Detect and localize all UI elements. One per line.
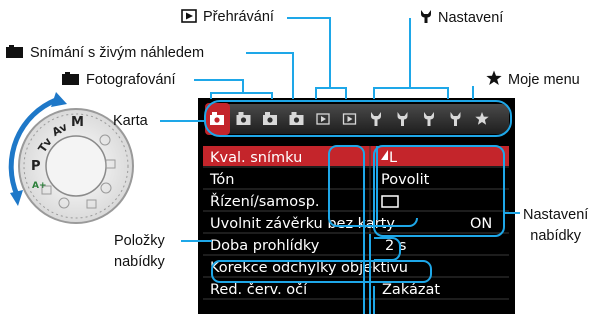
callout-menu-settings-line1: Nastavení xyxy=(523,207,589,223)
callout-my-menu-text: Moje menu xyxy=(508,72,580,88)
callout-shooting-text: Fotografování xyxy=(86,72,176,88)
tab-bar xyxy=(206,104,509,134)
menu-value: Zakázat xyxy=(382,282,440,298)
callout-setup: Nastavení xyxy=(420,9,503,28)
menu-value: L xyxy=(389,150,397,166)
menu-item[interactable]: Tón xyxy=(209,172,234,188)
dial-mark-m: M xyxy=(71,115,84,130)
menu-value: Povolit xyxy=(381,172,430,188)
menu-item[interactable]: Korekce odchylky objektivu xyxy=(210,260,408,276)
callout-setup-text: Nastavení xyxy=(438,10,504,26)
wrench-icon xyxy=(420,9,432,28)
menu-item[interactable]: Uvolnit závěrku bez karty xyxy=(210,216,395,232)
dial-mark-auto: A+ xyxy=(32,181,47,191)
camera-icon xyxy=(5,44,24,63)
callout-tab: Karta xyxy=(113,113,148,129)
menu-item[interactable]: Red. červ. očí xyxy=(210,282,308,298)
callout-my-menu: Moje menu xyxy=(486,70,580,90)
playback-icon xyxy=(181,9,197,27)
dial-mark-p: P xyxy=(31,159,41,174)
menu-item[interactable]: Kval. snímku xyxy=(210,150,302,166)
callout-live-view-text: Snímání s živým náhledem xyxy=(30,45,205,61)
callout-menu-items: Položky nabídky xyxy=(114,231,165,273)
menu-item[interactable]: Řízení/samosp. xyxy=(210,193,320,210)
callout-playback: Přehrávání xyxy=(181,9,274,27)
menu-item[interactable]: Doba prohlídky xyxy=(210,238,320,254)
callout-playback-text: Přehrávání xyxy=(203,9,274,25)
callout-menu-settings: Nastavení nabídky xyxy=(523,205,588,247)
callout-live-view: Snímání s živým náhledem xyxy=(5,44,204,63)
callout-menu-items-line1: Položky xyxy=(114,233,165,249)
callout-menu-settings-line2: nabídky xyxy=(530,228,582,244)
camera-icon xyxy=(61,71,80,90)
menu-value: ON xyxy=(470,216,492,232)
callout-shooting: Fotografování xyxy=(61,71,175,90)
callout-tab-text: Karta xyxy=(113,113,148,129)
callout-menu-items-line2: nabídky xyxy=(114,254,165,270)
star-icon xyxy=(486,70,502,90)
menu-value: 2 s xyxy=(385,238,406,254)
